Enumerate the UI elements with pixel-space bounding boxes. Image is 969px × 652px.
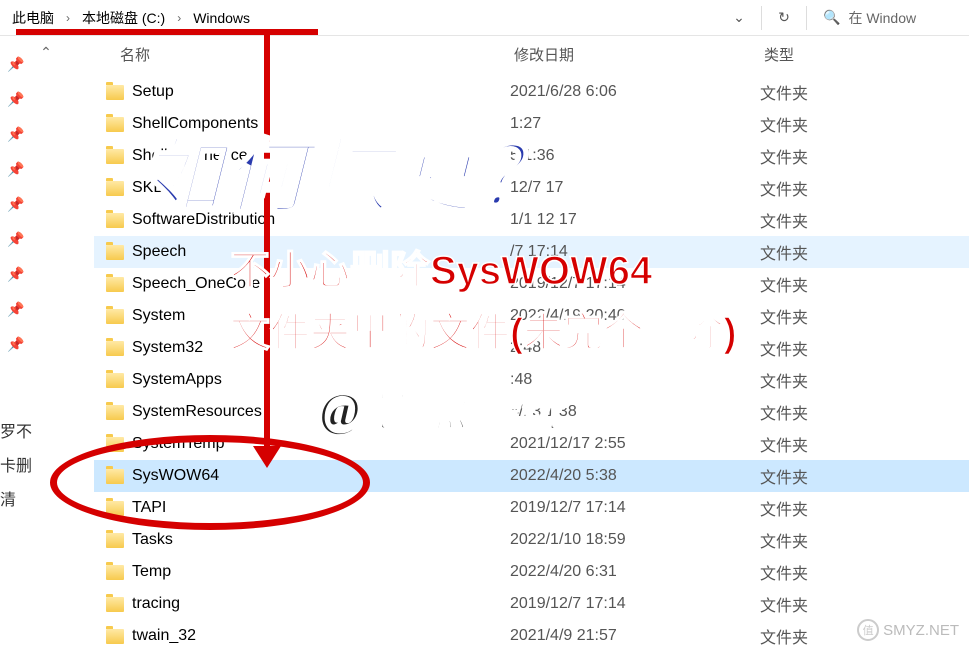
table-row[interactable]: TAPI 2019/12/7 17:14文件夹 (94, 492, 969, 524)
file-type: 文件夹 (760, 304, 880, 328)
file-type: 文件夹 (760, 528, 880, 552)
crumb-folder[interactable]: Windows (187, 7, 256, 29)
folder-icon (106, 149, 124, 164)
table-row[interactable]: Setup 2021/6/28 6:06文件夹 (94, 76, 969, 108)
watermark: 值 SMYZ.NET (857, 619, 959, 641)
crumb-drive[interactable]: 本地磁盘 (C:) (76, 5, 171, 31)
search-icon: 🔍 (823, 9, 840, 26)
file-date: 2019/12/7 17:14 (510, 595, 760, 613)
watermark-text: SMYZ.NET (883, 622, 959, 639)
chevron-right-icon: › (64, 11, 72, 25)
file-type: 文件夹 (760, 464, 880, 488)
file-name: Setup (132, 83, 174, 101)
folder-icon (106, 501, 124, 516)
folder-icon (106, 597, 124, 612)
file-type: 文件夹 (760, 560, 880, 584)
file-type: 文件夹 (760, 208, 880, 232)
file-name: System32 (132, 339, 203, 357)
folder-icon (106, 469, 124, 484)
file-name: System (132, 307, 185, 325)
crumb-pc[interactable]: 此电脑 (6, 5, 60, 31)
pin-icon: 📌 (7, 231, 24, 248)
file-type: 文件夹 (760, 240, 880, 264)
file-name: TAPI (132, 499, 166, 517)
left-cut-text: 罗不 卡删 清 (0, 418, 32, 520)
overlay-subtitle-1: 不小心删除SysWOW64 (230, 238, 652, 296)
file-type: 文件夹 (760, 432, 880, 456)
table-row[interactable]: Tasks 2022/1/10 18:59文件夹 (94, 524, 969, 556)
file-date: 2019/12/7 17:14 (510, 499, 760, 517)
file-type: 文件夹 (760, 400, 880, 424)
folder-icon (106, 533, 124, 548)
pin-icon: 📌 (7, 161, 24, 178)
pin-icon: 📌 (7, 266, 24, 283)
search-box[interactable]: 🔍 在 Window (813, 8, 963, 28)
refresh-button[interactable]: ↻ (768, 4, 800, 32)
file-type: 文件夹 (760, 368, 880, 392)
history-dropdown[interactable]: ⌄ (723, 4, 755, 32)
table-row[interactable]: tracing 2019/12/7 17:14文件夹 (94, 588, 969, 620)
folder-icon (106, 117, 124, 132)
watermark-icon: 值 (857, 619, 879, 641)
folder-icon (106, 277, 124, 292)
file-type: 文件夹 (760, 592, 880, 616)
file-type: 文件夹 (760, 112, 880, 136)
table-row[interactable]: twain_322021/4/9 21:57文件夹 (94, 620, 969, 652)
file-type: 文件夹 (760, 272, 880, 296)
pin-icon: 📌 (7, 301, 24, 318)
overlay-subtitle-2: 文件夹里的文件(未完全删除) (230, 300, 737, 358)
folder-icon (106, 213, 124, 228)
overlay-title: 如何恢复？ (140, 110, 560, 229)
file-name: Temp (132, 563, 171, 581)
pin-icon: 📌 (7, 56, 24, 73)
folder-icon (106, 85, 124, 100)
column-headers: 名称 修改日期 类型 (94, 36, 969, 76)
pin-icon: 📌 (7, 91, 24, 108)
header-date[interactable]: 修改日期 (514, 44, 764, 65)
chevron-right-icon: › (175, 11, 183, 25)
folder-icon (106, 181, 124, 196)
file-name: twain_32 (132, 627, 196, 645)
header-type[interactable]: 类型 (764, 44, 884, 65)
file-name: SystemApps (132, 371, 222, 389)
file-type: 文件夹 (760, 496, 880, 520)
file-name: SysWOW64 (132, 467, 219, 485)
folder-icon (106, 341, 124, 356)
annotation-underline (16, 29, 318, 35)
quick-access-pins: 📌 📌 📌 📌 📌 📌 📌 📌 📌 (0, 36, 32, 647)
file-name: Tasks (132, 531, 173, 549)
overlay-signature: @笔 点酷玩 (320, 370, 564, 440)
file-name: SystemResources (132, 403, 262, 421)
file-type: 文件夹 (760, 80, 880, 104)
folder-icon (106, 405, 124, 420)
file-date: 2021/4/9 21:57 (510, 627, 760, 645)
folder-icon (106, 565, 124, 580)
file-type: 文件夹 (760, 336, 880, 360)
table-row[interactable]: Temp 2022/4/20 6:31文件夹 (94, 556, 969, 588)
search-placeholder: 在 Window (848, 8, 916, 28)
breadcrumb: 此电脑 › 本地磁盘 (C:) › Windows (6, 5, 723, 31)
table-row[interactable]: SysWOW64 2022/4/20 5:38文件夹 (94, 460, 969, 492)
file-date: 2022/1/10 18:59 (510, 531, 760, 549)
file-date: 2022/4/20 6:31 (510, 563, 760, 581)
annotation-arrow-head (253, 446, 281, 468)
file-type: 文件夹 (760, 176, 880, 200)
folder-icon (106, 245, 124, 260)
file-date: 2022/4/20 5:38 (510, 467, 760, 485)
folder-icon (106, 373, 124, 388)
pin-icon: 📌 (7, 336, 24, 353)
file-name: Speech (132, 243, 186, 261)
file-name: tracing (132, 595, 180, 613)
folder-icon (106, 437, 124, 452)
file-date: 2021/6/28 6:06 (510, 83, 760, 101)
up-folder-button[interactable]: ⌃ (32, 36, 60, 69)
file-type: 文件夹 (760, 144, 880, 168)
pin-icon: 📌 (7, 126, 24, 143)
folder-icon (106, 309, 124, 324)
file-name: SystemTemp (132, 435, 224, 453)
folder-icon (106, 629, 124, 644)
header-name[interactable]: 名称 (94, 44, 514, 65)
pin-icon: 📌 (7, 196, 24, 213)
